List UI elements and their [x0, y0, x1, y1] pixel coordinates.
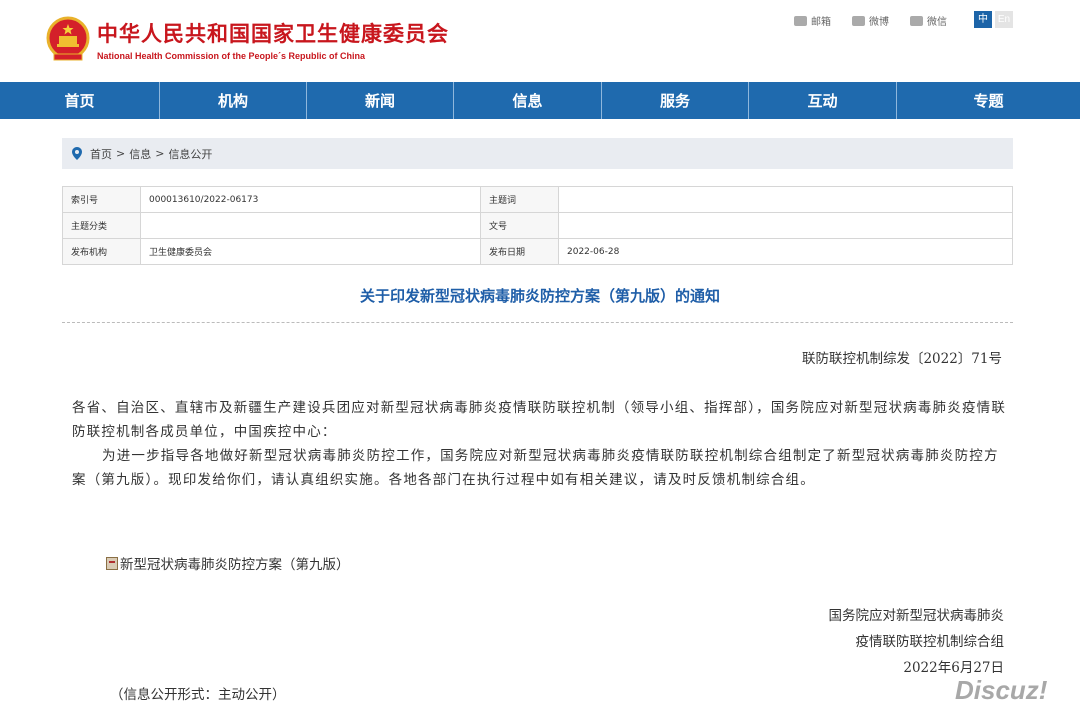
nav-organization[interactable]: 机构 [160, 82, 307, 119]
publisher-value: 卫生健康委员会 [140, 238, 481, 265]
breadcrumb-separator: > [116, 147, 126, 160]
doc-number-value [558, 212, 1013, 239]
site-title-cn[interactable]: 中华人民共和国国家卫生健康委员会 [97, 18, 449, 48]
breadcrumb-info-public[interactable]: 信息公开 [168, 146, 212, 162]
breadcrumb-home[interactable]: 首页 [90, 146, 112, 162]
site-title-en: National Health Commission of the People… [97, 51, 366, 61]
category-value [140, 212, 481, 239]
publisher-label: 发布机构 [62, 238, 141, 265]
share-weibo[interactable]: 微博 [852, 13, 889, 28]
signature-org-line2: 疫情联防联控机制综合组 [855, 634, 1005, 650]
nav-topics[interactable]: 专题 [897, 82, 1080, 119]
weibo-icon [852, 15, 865, 26]
topic-word-label: 主题词 [480, 186, 559, 213]
mail-icon [794, 15, 807, 26]
divider [62, 322, 1013, 323]
publish-date-value: 2022-06-28 [558, 238, 1013, 265]
table-row: 发布机构 卫生健康委员会 发布日期 2022-06-28 [62, 238, 1013, 265]
share-mail-label: 邮箱 [811, 17, 831, 28]
breadcrumb-separator: > [155, 147, 165, 160]
article-title: 关于印发新型冠状病毒肺炎防控方案（第九版）的通知 [359, 287, 720, 305]
nav-interaction[interactable]: 互动 [749, 82, 897, 119]
category-label: 主题分类 [62, 212, 141, 239]
breadcrumb-info[interactable]: 信息 [129, 146, 151, 162]
topic-word-value [558, 186, 1013, 213]
article-paragraph-body: 为进一步指导各地做好新型冠状病毒肺炎防控工作，国务院应对新型冠状病毒肺炎疫情联防… [72, 448, 999, 488]
share-wechat-label: 微信 [927, 17, 947, 28]
document-number: 联防联控机制综发〔2022〕71号 [801, 351, 1002, 367]
wechat-icon [910, 15, 923, 26]
table-row: 主题分类 文号 [62, 212, 1013, 239]
main-nav: 首页 机构 新闻 信息 服务 互动 专题 [0, 82, 1080, 119]
nav-home[interactable]: 首页 [0, 82, 160, 119]
attachment-link[interactable]: 新型冠状病毒肺炎防控方案（第九版） [106, 553, 350, 573]
nav-services[interactable]: 服务 [602, 82, 749, 119]
index-value: 000013610/2022-06173 [140, 186, 481, 213]
attachment-file-icon [106, 556, 118, 570]
lang-en-button[interactable]: En [995, 11, 1013, 28]
nav-news[interactable]: 新闻 [307, 82, 454, 119]
doc-number-label: 文号 [480, 212, 559, 239]
share-mail[interactable]: 邮箱 [794, 13, 831, 28]
site-header: 中华人民共和国国家卫生健康委员会 National Health Commiss… [0, 0, 1080, 82]
watermark: Discuz! [955, 675, 1048, 705]
lang-zh-button[interactable]: 中 [974, 11, 992, 28]
signature-date: 2022年6月27日 [903, 660, 1004, 676]
national-emblem-icon [46, 16, 90, 61]
publish-date-label: 发布日期 [480, 238, 559, 265]
table-row: 索引号 000013610/2022-06173 主题词 [62, 186, 1013, 213]
location-pin-icon [72, 147, 82, 160]
breadcrumb: 首页 > 信息 > 信息公开 [62, 138, 1013, 169]
disclosure-note: （信息公开形式：主动公开） [110, 687, 286, 703]
article-paragraph-recipients: 各省、自治区、直辖市及新疆生产建设兵团应对新型冠状病毒肺炎疫情联防联控机制（领导… [72, 400, 1007, 440]
attachment-label[interactable]: 新型冠状病毒肺炎防控方案（第九版） [120, 553, 350, 573]
share-wechat[interactable]: 微信 [910, 13, 947, 28]
share-weibo-label: 微博 [869, 17, 889, 28]
signature-org-line1: 国务院应对新型冠状病毒肺炎 [828, 608, 1005, 624]
document-metadata-table: 索引号 000013610/2022-06173 主题词 主题分类 文号 发布机… [62, 186, 1013, 265]
nav-information[interactable]: 信息 [454, 82, 602, 119]
index-label: 索引号 [62, 186, 141, 213]
